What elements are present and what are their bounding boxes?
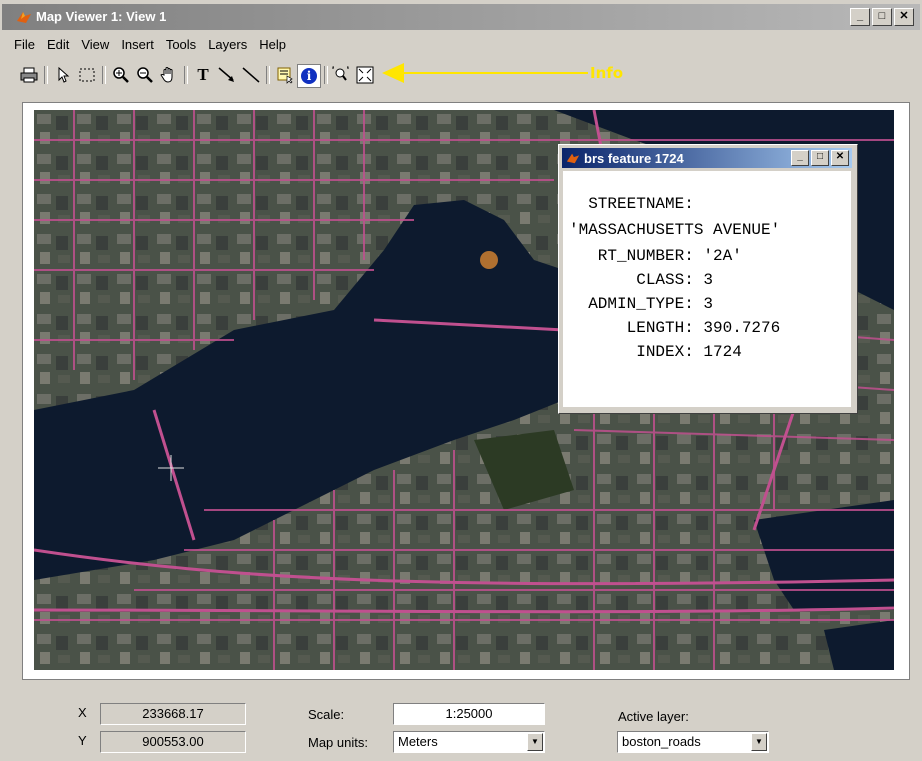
attribute-line: LENGTH: 390.7276 [569, 319, 781, 337]
status-panel: X 233668.17 Y 900553.00 Scale: 1:25000 M… [0, 688, 922, 761]
map-units-label: Map units: [308, 735, 368, 750]
active-layer-value: boston_roads [622, 734, 701, 749]
dialog-title-bar[interactable]: brs feature 1724 _ □ ✕ [562, 148, 852, 168]
scale-label: Scale: [308, 707, 345, 722]
menu-insert[interactable]: Insert [115, 34, 160, 56]
menu-view[interactable]: View [75, 34, 115, 56]
feature-info-dialog[interactable]: brs feature 1724 _ □ ✕ STREETNAME: 'MASS… [558, 144, 858, 414]
attribute-line: 'MASSACHUSETTS AVENUE' [569, 221, 781, 239]
window-title: Map Viewer 1: View 1 [36, 9, 167, 24]
menu-tools[interactable]: Tools [160, 34, 202, 56]
x-coordinate-field: 233668.17 [100, 703, 246, 725]
matlab-logo-icon [17, 12, 31, 23]
info-callout-arrow [382, 63, 588, 83]
attribute-line: STREETNAME: [569, 195, 694, 213]
y-label: Y [78, 733, 87, 748]
map-units-select[interactable]: Meters ▼ [393, 731, 545, 753]
minimize-button[interactable]: _ [850, 8, 870, 26]
menu-layers[interactable]: Layers [202, 34, 253, 56]
dialog-maximize-button[interactable]: □ [811, 150, 829, 166]
title-bar[interactable]: Map Viewer 1: View 1 _ □ ✕ [2, 4, 920, 30]
attribute-line: CLASS: 3 [569, 271, 714, 289]
attribute-line: ADMIN_TYPE: 3 [569, 295, 714, 313]
active-layer-select[interactable]: boston_roads ▼ [617, 731, 769, 753]
info-annotation-label: Info [590, 64, 624, 82]
x-label: X [78, 705, 87, 720]
menu-edit[interactable]: Edit [41, 34, 75, 56]
y-coordinate-field: 900553.00 [100, 731, 246, 753]
menu-bar: File Edit View Insert Tools Layers Help [0, 34, 922, 56]
feature-attributes: STREETNAME: 'MASSACHUSETTS AVENUE' RT_NU… [563, 171, 851, 407]
chevron-down-icon[interactable]: ▼ [527, 733, 543, 751]
dialog-minimize-button[interactable]: _ [791, 150, 809, 166]
menu-help[interactable]: Help [253, 34, 292, 56]
matlab-logo-icon [566, 153, 580, 164]
dialog-title: brs feature 1724 [584, 151, 684, 166]
scale-input[interactable]: 1:25000 [393, 703, 545, 725]
close-button[interactable]: ✕ [894, 8, 914, 26]
attribute-line: INDEX: 1724 [569, 343, 742, 361]
active-layer-label: Active layer: [618, 709, 689, 724]
map-viewer-window: Map Viewer 1: View 1 _ □ ✕ File Edit Vie… [0, 0, 922, 761]
map-units-value: Meters [398, 734, 438, 749]
dialog-close-button[interactable]: ✕ [831, 150, 849, 166]
menu-file[interactable]: File [8, 34, 41, 56]
attribute-line: RT_NUMBER: '2A' [569, 247, 742, 265]
chevron-down-icon[interactable]: ▼ [751, 733, 767, 751]
maximize-button[interactable]: □ [872, 8, 892, 26]
